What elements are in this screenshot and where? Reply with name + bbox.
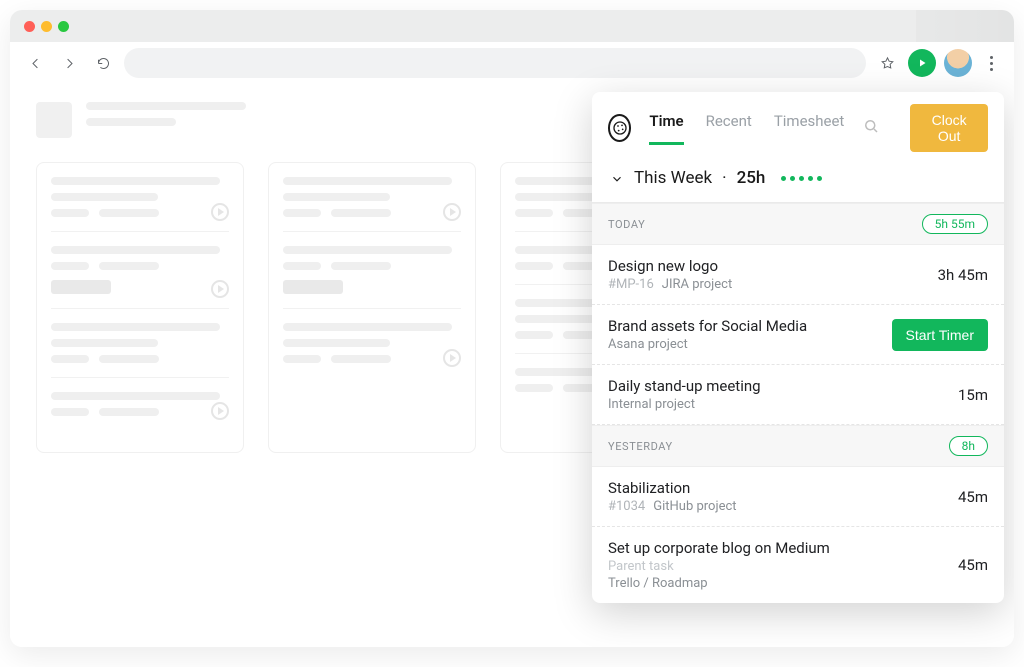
back-button[interactable] [22, 50, 48, 76]
play-icon [443, 203, 461, 221]
clock-out-button[interactable]: Clock Out [910, 104, 988, 152]
entry-project: Internal project [608, 397, 695, 412]
tab-time[interactable]: Time [649, 112, 683, 145]
section-total-chip: 8h [949, 436, 988, 456]
everhour-logo-icon [608, 114, 631, 142]
week-summary-row[interactable]: This Week · 25h [592, 152, 1004, 203]
entry-project: Trello / Roadmap [608, 576, 958, 591]
forward-button[interactable] [56, 50, 82, 76]
profile-avatar-button[interactable] [944, 49, 972, 77]
card-placeholder [283, 246, 461, 309]
entry-duration: 15m [958, 386, 988, 404]
popup-tabs: Time Recent Timesheet [649, 112, 844, 145]
play-icon [211, 203, 229, 221]
card-placeholder [283, 177, 461, 232]
entry-duration: 3h 45m [938, 266, 988, 284]
card-placeholder [283, 323, 461, 377]
titlebar-decoration [916, 10, 1014, 42]
entry-code: #1034 [608, 499, 645, 514]
card-placeholder [51, 323, 229, 378]
summary-separator: · [722, 168, 726, 188]
page-content: Time Recent Timesheet Clock Out This Wee… [10, 84, 1014, 647]
entry-project: GitHub project [653, 499, 736, 514]
bookmark-star-button[interactable] [874, 50, 900, 76]
entry-title: Set up corporate blog on Medium [608, 539, 958, 557]
browser-toolbar [10, 42, 1014, 84]
browser-menu-button[interactable] [980, 50, 1002, 76]
summary-hours: 25h [737, 168, 766, 188]
window-zoom-button[interactable] [58, 21, 69, 32]
entry-title: Stabilization [608, 479, 958, 497]
play-icon [211, 402, 229, 420]
everhour-extension-button[interactable] [908, 49, 936, 77]
chevron-down-icon [610, 171, 624, 185]
window-minimize-button[interactable] [41, 21, 52, 32]
entry-code: #MP-16 [608, 277, 654, 292]
address-bar[interactable] [124, 48, 866, 78]
section-header-yesterday: YESTERDAY 8h [592, 425, 1004, 467]
play-icon [211, 280, 229, 298]
card-placeholder [51, 246, 229, 309]
weekday-dots-icon [781, 176, 822, 181]
summary-label: This Week [634, 168, 712, 188]
play-icon [443, 349, 461, 367]
window-close-button[interactable] [24, 21, 35, 32]
board-column [268, 162, 476, 453]
entry-parent: Parent task [608, 559, 958, 574]
start-timer-button[interactable]: Start Timer [892, 319, 988, 351]
time-entry[interactable]: Brand assets for Social Media Asana proj… [592, 305, 1004, 365]
section-total-chip: 5h 55m [922, 214, 988, 234]
time-entry[interactable]: Design new logo #MP-16 JIRA project 3h 4… [592, 245, 1004, 305]
tab-timesheet[interactable]: Timesheet [774, 112, 845, 145]
entry-project: JIRA project [662, 277, 732, 292]
card-placeholder [51, 177, 229, 232]
reload-button[interactable] [90, 50, 116, 76]
entry-project: Asana project [608, 337, 688, 352]
browser-window: Time Recent Timesheet Clock Out This Wee… [10, 10, 1014, 647]
section-label: YESTERDAY [608, 440, 673, 453]
time-entry[interactable]: Set up corporate blog on Medium Parent t… [592, 527, 1004, 603]
tab-recent[interactable]: Recent [706, 112, 752, 145]
entry-title: Daily stand-up meeting [608, 377, 958, 395]
window-titlebar [10, 10, 1014, 42]
entry-title: Brand assets for Social Media [608, 317, 892, 335]
board-column [36, 162, 244, 453]
time-entry[interactable]: Daily stand-up meeting Internal project … [592, 365, 1004, 425]
card-placeholder [51, 392, 229, 430]
popup-header: Time Recent Timesheet Clock Out [592, 92, 1004, 152]
section-header-today: TODAY 5h 55m [592, 203, 1004, 245]
section-label: TODAY [608, 218, 645, 231]
search-icon[interactable] [862, 117, 880, 139]
entry-duration: 45m [958, 488, 988, 506]
extension-popup: Time Recent Timesheet Clock Out This Wee… [592, 92, 1004, 603]
entry-duration: 45m [958, 556, 988, 574]
entry-title: Design new logo [608, 257, 938, 275]
time-entry[interactable]: Stabilization #1034 GitHub project 45m [592, 467, 1004, 527]
